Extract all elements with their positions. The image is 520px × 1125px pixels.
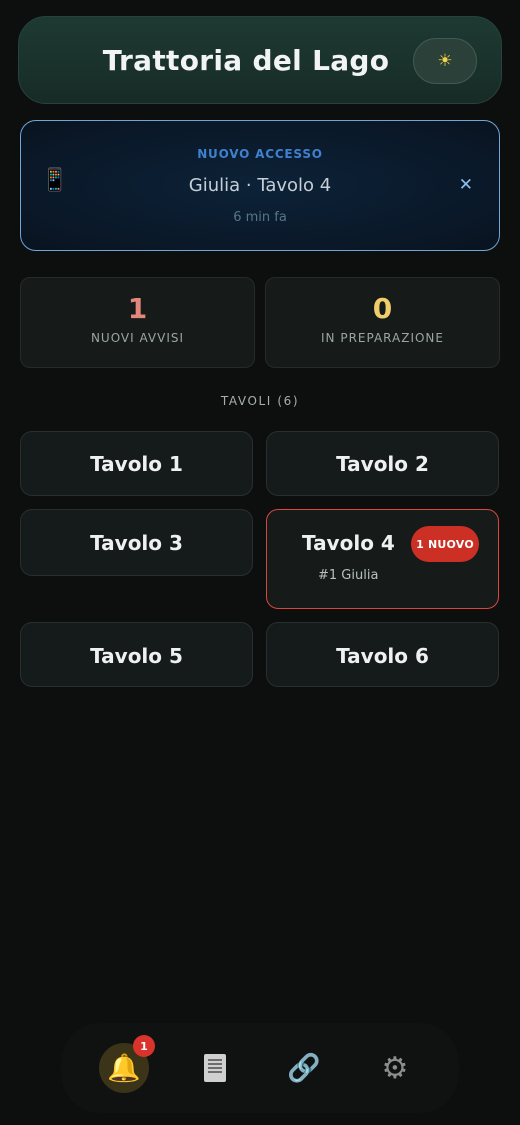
stat-value: 1 (127, 292, 148, 325)
table-card-2[interactable]: Tavolo 2 (266, 431, 499, 496)
tables-section-label: TAVOLI (6) (220, 394, 300, 408)
table-card-5[interactable]: Tavolo 5 (20, 622, 253, 687)
table-name: Tavolo 1 (90, 452, 183, 476)
nav-orders[interactable] (190, 1043, 240, 1093)
close-icon[interactable]: ✕ (459, 175, 473, 195)
bottom-navigation: 🔔 1 🔗 ⚙ (61, 1023, 459, 1113)
restaurant-title: Trattoria del Lago (102, 43, 390, 77)
stat-label: IN PREPARAZIONE (321, 331, 444, 345)
table-card-4[interactable]: Tavolo 4 1 NUOVO #1 Giulia (266, 509, 499, 609)
table-name: Tavolo 5 (90, 644, 183, 668)
table-name: Tavolo 3 (90, 531, 183, 555)
table-name: Tavolo 4 (302, 531, 395, 555)
new-access-notification[interactable]: NUOVO ACCESSO 📱 Giulia · Tavolo 4 6 min … (20, 120, 500, 251)
table-name: Tavolo 2 (336, 452, 429, 476)
stat-new-alerts: 1 NUOVI AVVISI (20, 277, 255, 368)
new-order-badge: 1 NUOVO (411, 526, 479, 562)
sun-icon: ☀ (437, 51, 453, 71)
alerts-count-badge: 1 (133, 1035, 155, 1057)
table-name: Tavolo 6 (336, 644, 429, 668)
table-card-1[interactable]: Tavolo 1 (20, 431, 253, 496)
link-icon: 🔗 (287, 1053, 321, 1084)
nav-links[interactable]: 🔗 (279, 1043, 329, 1093)
stat-value: 0 (372, 292, 393, 325)
receipt-icon (204, 1054, 226, 1082)
stat-in-preparation: 0 IN PREPARAZIONE (265, 277, 500, 368)
gear-icon: ⚙ (381, 1050, 409, 1086)
theme-toggle-button[interactable]: ☀ (413, 38, 477, 84)
app-header: Trattoria del Lago ☀ (18, 16, 502, 104)
stat-label: NUOVI AVVISI (90, 331, 185, 345)
table-card-6[interactable]: Tavolo 6 (266, 622, 499, 687)
bell-icon: 🔔 (107, 1053, 141, 1084)
notification-text: Giulia · Tavolo 4 (188, 175, 332, 196)
table-card-3[interactable]: Tavolo 3 (20, 509, 253, 576)
table-order-guest: #1 Giulia (318, 568, 379, 583)
nav-alerts[interactable]: 🔔 1 (99, 1035, 155, 1093)
notification-kicker: NUOVO ACCESSO (197, 147, 323, 161)
nav-settings[interactable]: ⚙ (370, 1043, 420, 1093)
notification-time: 6 min fa (233, 210, 287, 225)
